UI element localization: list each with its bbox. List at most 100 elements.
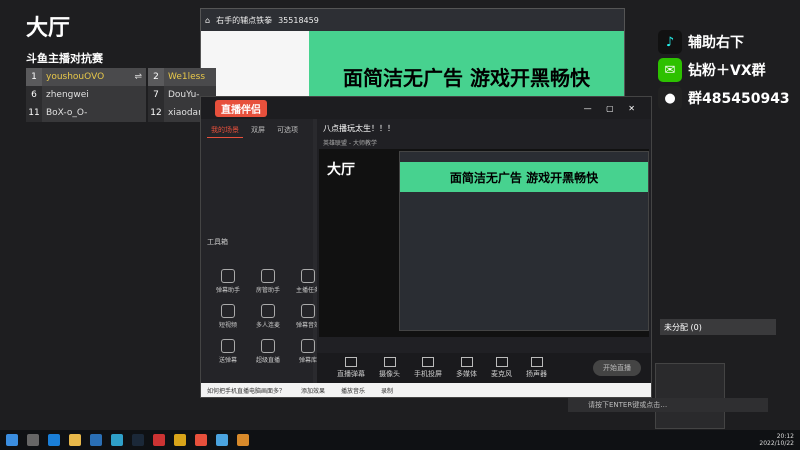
stream-preview[interactable]: 大厅 面简洁无广告 游戏开黑畅快 bbox=[319, 149, 649, 337]
start-live-button[interactable]: 开始直播 bbox=[593, 360, 641, 376]
tab-dual[interactable]: 双屏 bbox=[247, 123, 269, 138]
preview-banner: 面简洁无广告 游戏开黑畅快 bbox=[400, 162, 648, 192]
live-companion-window: 直播伴侣 — ▢ ✕ 我的场景 双屏 可选项 工具箱 弹幕助手 房管助手 主播任… bbox=[200, 96, 652, 398]
media-icon bbox=[460, 357, 473, 367]
media-button[interactable]: 多媒体 bbox=[456, 357, 477, 379]
tool-label: 短视频 bbox=[218, 322, 237, 329]
speaker-icon bbox=[530, 357, 543, 367]
app-icon[interactable] bbox=[174, 434, 186, 446]
folder-icon[interactable] bbox=[69, 434, 81, 446]
rank-number: 12 bbox=[148, 104, 164, 122]
status-tip[interactable]: 如何把手机直播电脑画面多？ bbox=[207, 386, 285, 395]
tool-label: 超级直播 bbox=[255, 357, 280, 364]
source-toolbar: 直播弹幕 摄像头 手机投屏 多媒体 麦克风 扬声器 开始直播 bbox=[317, 353, 651, 383]
rank-number: 11 bbox=[26, 104, 42, 122]
app-icon[interactable] bbox=[237, 434, 249, 446]
room-id: 35518459 bbox=[278, 15, 319, 25]
rank-row[interactable]: 1 youshouOVO ⇌ 2 We1less bbox=[26, 68, 216, 86]
scene-sidebar: 我的场景 双屏 可选项 工具箱 弹幕助手 房管助手 主播任务 短视频 多人连麦 … bbox=[201, 119, 320, 383]
browser-toolbar: ⌂ 右手的辅点铁拳 35518459 bbox=[201, 9, 624, 31]
edge-icon[interactable] bbox=[48, 434, 60, 446]
app-logo: 直播伴侣 bbox=[215, 99, 267, 117]
windows-start-icon[interactable] bbox=[6, 434, 18, 446]
task-icon bbox=[301, 269, 315, 283]
browser-tab-title[interactable]: 右手的辅点铁拳 bbox=[216, 15, 272, 26]
toolbox-grid: 弹幕助手 房管助手 主播任务 短视频 多人连麦 弹幕音效 送弹幕 超级直播 弹幕… bbox=[211, 269, 325, 364]
qq-text: 群485450943 bbox=[688, 91, 790, 107]
danmu-button[interactable]: 直播弹幕 bbox=[337, 357, 365, 379]
rank-player: youshouOVO ⇌ bbox=[42, 68, 146, 86]
player-name: BoX-o_O- bbox=[42, 104, 146, 122]
button-label: 摄像头 bbox=[379, 370, 400, 378]
lobby-title: 大厅 bbox=[26, 16, 71, 41]
clock-time: 20:12 bbox=[776, 433, 794, 440]
douyin-line: ♪ 辅助右下 bbox=[658, 30, 744, 54]
mic-button[interactable]: 麦克风 bbox=[491, 357, 512, 379]
wechat-line: ✉ 钻粉＋VX群 bbox=[658, 58, 766, 82]
play-music-button[interactable]: 播放音乐 bbox=[341, 386, 365, 395]
tool-label: 弹幕库 bbox=[298, 357, 317, 364]
clock[interactable]: 20:12 2022/10/22 bbox=[759, 433, 794, 447]
button-label: 扬声器 bbox=[526, 370, 547, 378]
douyin-icon: ♪ bbox=[658, 30, 682, 54]
mic-icon bbox=[495, 357, 508, 367]
add-effect-button[interactable]: 添加效果 bbox=[301, 386, 325, 395]
live-app-icon[interactable] bbox=[195, 434, 207, 446]
app-icon[interactable] bbox=[153, 434, 165, 446]
app-icon[interactable] bbox=[90, 434, 102, 446]
button-label: 手机投屏 bbox=[414, 370, 442, 378]
tool-label: 多人连麦 bbox=[255, 322, 280, 329]
room-title[interactable]: 八点播玩太生！！！ bbox=[317, 119, 651, 138]
phone-icon bbox=[422, 357, 434, 367]
tool-item[interactable]: 送弹幕 bbox=[211, 339, 245, 364]
tool-label: 弹幕助手 bbox=[215, 287, 240, 294]
search-icon[interactable] bbox=[27, 434, 39, 446]
chat-input-hint[interactable]: 请按下ENTER键或点击… bbox=[568, 398, 768, 412]
unassigned-label: 未分配 (0) bbox=[660, 319, 776, 335]
qq-penguin-icon: ● bbox=[658, 86, 682, 110]
lobby-subtitle: 斗鱼主播对抗赛 bbox=[26, 52, 103, 65]
app-icon[interactable] bbox=[216, 434, 228, 446]
super-icon bbox=[261, 339, 275, 353]
preview-area: 八点播玩太生！！！ 英雄联盟 - 大师教学 大厅 面简洁无广告 游戏开黑畅快 直… bbox=[317, 119, 651, 383]
tray-popup bbox=[655, 363, 725, 429]
tool-item[interactable]: 房管助手 bbox=[251, 269, 285, 294]
rank-row[interactable]: 6 zhengwei 7 DouYu- bbox=[26, 86, 216, 104]
swap-icon[interactable]: ⇌ bbox=[134, 72, 142, 82]
player-name: We1less bbox=[164, 68, 216, 86]
camera-button[interactable]: 摄像头 bbox=[379, 357, 400, 379]
tool-item[interactable]: 短视频 bbox=[211, 304, 245, 329]
wechat-icon: ✉ bbox=[658, 58, 682, 82]
speaker-button[interactable]: 扬声器 bbox=[526, 357, 547, 379]
app-statusbar: 如何把手机直播电脑画面多？ 添加效果 播放音乐 录制 bbox=[201, 383, 651, 397]
toolbox-header: 工具箱 bbox=[207, 238, 228, 246]
player-name: zhengwei bbox=[42, 86, 146, 104]
window-controls[interactable]: — ▢ ✕ bbox=[584, 104, 641, 113]
tab-options[interactable]: 可选项 bbox=[273, 123, 302, 138]
tool-label: 房管助手 bbox=[255, 287, 280, 294]
qq-line: ● 群485450943 bbox=[658, 86, 790, 110]
phone-cast-button[interactable]: 手机投屏 bbox=[414, 357, 442, 379]
sound-icon bbox=[301, 304, 315, 318]
taskbar: 20:12 2022/10/22 bbox=[0, 430, 800, 450]
tab-scenes[interactable]: 我的场景 bbox=[207, 123, 243, 138]
rank-row[interactable]: 11 BoX-o_O- 12 xiaodan bbox=[26, 104, 216, 122]
tool-item[interactable]: 多人连麦 bbox=[251, 304, 285, 329]
preview-lobby-title: 大厅 bbox=[327, 162, 355, 178]
video-icon bbox=[221, 304, 235, 318]
app-titlebar: 直播伴侣 — ▢ ✕ bbox=[201, 97, 651, 119]
screen-icon bbox=[345, 357, 357, 367]
rank-number: 1 bbox=[26, 68, 42, 86]
home-icon[interactable]: ⌂ bbox=[205, 16, 210, 25]
tool-label: 送弹幕 bbox=[218, 357, 237, 364]
wechat-text: 钻粉＋VX群 bbox=[688, 63, 766, 79]
rank-number: 6 bbox=[26, 86, 42, 104]
steam-icon[interactable] bbox=[132, 434, 144, 446]
tool-item[interactable]: 超级直播 bbox=[251, 339, 285, 364]
clock-date: 2022/10/22 bbox=[759, 440, 794, 447]
button-label: 麦克风 bbox=[491, 370, 512, 378]
tool-item[interactable]: 弹幕助手 bbox=[211, 269, 245, 294]
app-icon[interactable] bbox=[111, 434, 123, 446]
record-button[interactable]: 录制 bbox=[381, 386, 393, 395]
danmu-icon bbox=[221, 269, 235, 283]
